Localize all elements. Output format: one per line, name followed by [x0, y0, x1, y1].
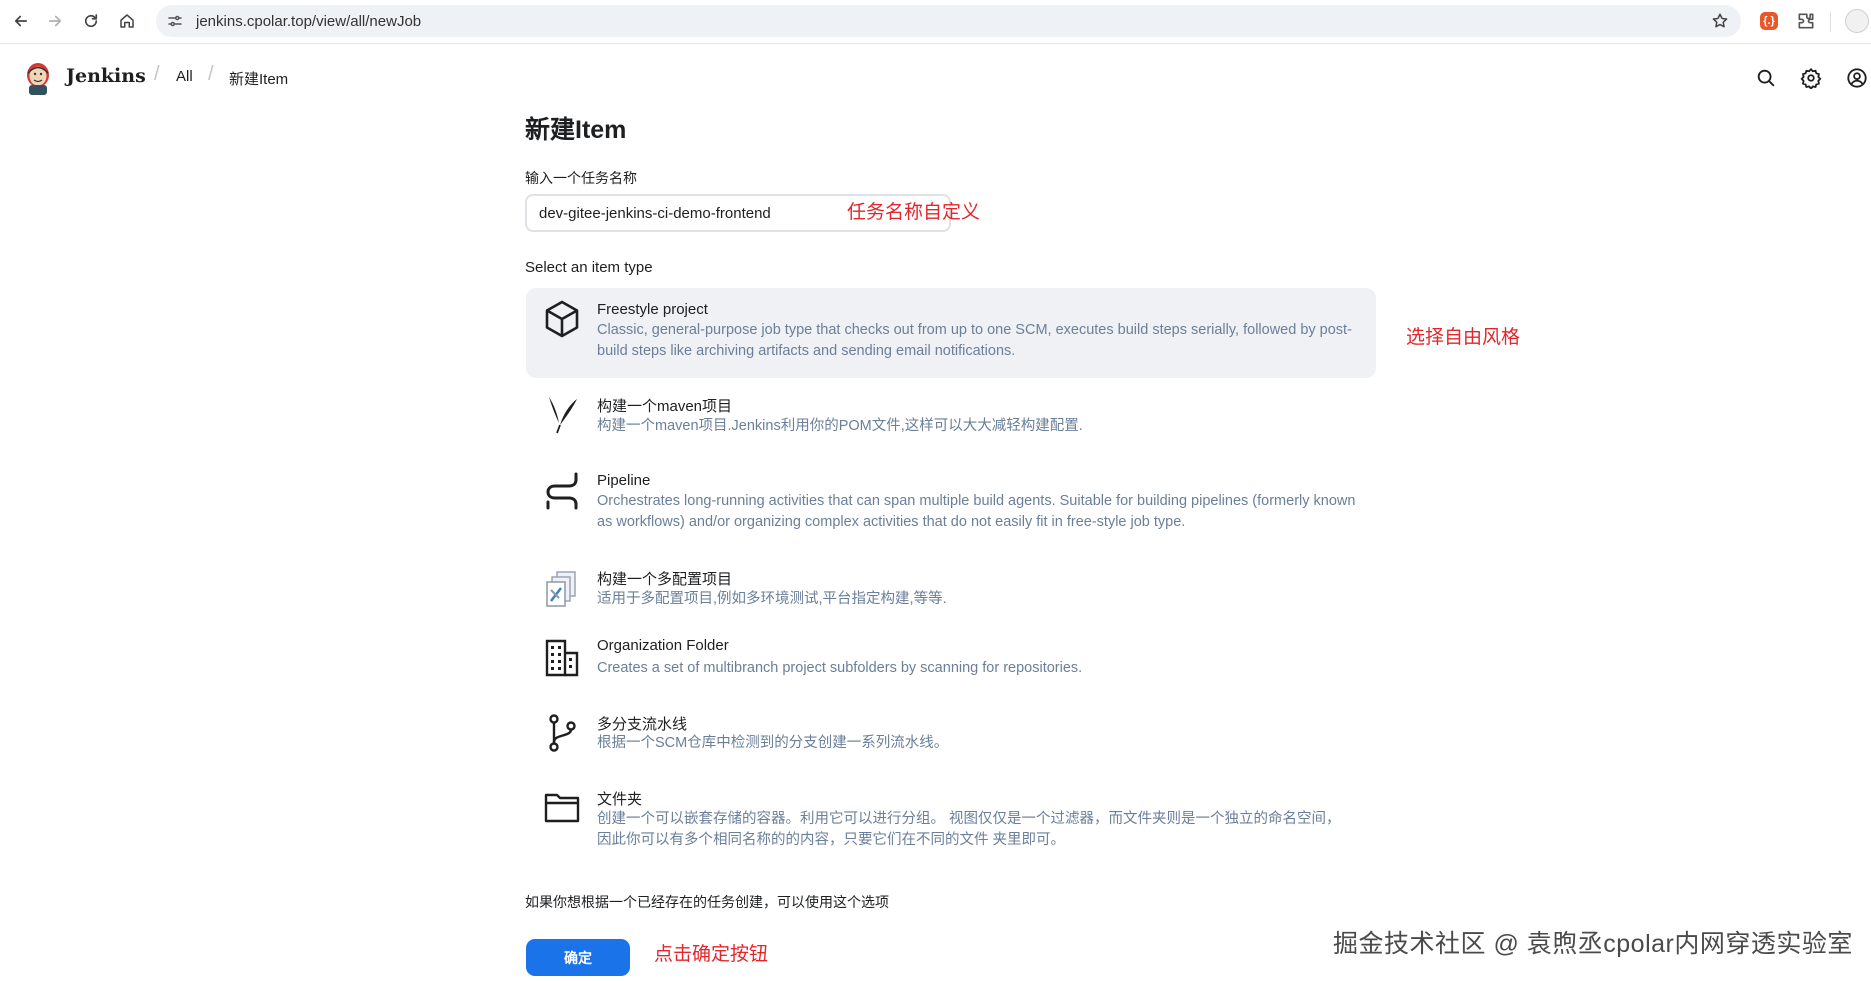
gear-icon[interactable]	[1800, 67, 1822, 90]
extensions-puzzle-icon[interactable]	[1795, 10, 1817, 32]
item-title: 构建一个多配置项目	[597, 571, 733, 588]
item-type-organization-folder[interactable]: Organization Folder Creates a set of mul…	[526, 632, 1376, 696]
reload-icon[interactable]	[78, 8, 104, 34]
ok-button[interactable]: 确定	[526, 939, 630, 976]
item-title: 构建一个maven项目	[597, 398, 733, 415]
address-bar[interactable]: jenkins.cpolar.top/view/all/newJob	[156, 5, 1741, 37]
breadcrumb-separator: /	[208, 63, 214, 85]
item-title: Pipeline	[597, 472, 651, 489]
home-icon[interactable]	[114, 8, 140, 34]
item-description: 根据一个SCM仓库中检测到的分支创建一系列流水线。	[597, 735, 949, 751]
annotation-type-note: 选择自由风格	[1406, 327, 1521, 348]
annotation-ok-note: 点击确定按钮	[654, 944, 769, 965]
extension-icon[interactable]: {.}	[1760, 12, 1778, 30]
item-description: 创建一个可以嵌套存储的容器。利用它可以进行分组。 视图仅仅是一个过滤器，而文件夹…	[597, 811, 1341, 848]
url-text: jenkins.cpolar.top/view/all/newJob	[196, 12, 422, 30]
item-type-freestyle[interactable]: Freestyle project Classic, general-purpo…	[526, 288, 1376, 378]
page-title: 新建Item	[525, 116, 627, 144]
cube-icon	[543, 298, 581, 340]
breadcrumb-separator: /	[154, 63, 160, 85]
forward-icon[interactable]	[42, 8, 68, 34]
annotation-name-note: 任务名称自定义	[847, 202, 981, 223]
item-description: 构建一个maven项目.Jenkins利用你的POM文件,这样可以大大减轻构建配…	[597, 418, 1083, 434]
item-type-multi-config[interactable]: 构建一个多配置项目 适用于多配置项目,例如多环境测试,平台指定构建,等等.	[526, 562, 1376, 624]
item-title: Organization Folder	[597, 637, 729, 654]
watermark-text: 掘金技术社区 @ 袁煦丞cpolar内网穿透实验室	[1333, 930, 1853, 958]
branch-icon	[543, 712, 581, 754]
item-description: Creates a set of multibranch project sub…	[597, 660, 1083, 676]
item-type-maven[interactable]: 构建一个maven项目 构建一个maven项目.Jenkins利用你的POM文件…	[526, 385, 1376, 447]
bookmark-star-icon[interactable]	[1711, 12, 1729, 30]
breadcrumb-all[interactable]: All	[176, 68, 193, 85]
item-type-pipeline[interactable]: Pipeline Orchestrates long-running activ…	[526, 460, 1376, 552]
item-type-label: Select an item type	[525, 259, 653, 276]
breadcrumb-new-item[interactable]: 新建Item	[229, 68, 288, 89]
toolbar-divider	[1830, 12, 1831, 32]
back-icon[interactable]	[8, 8, 34, 34]
item-title: Freestyle project	[597, 301, 708, 318]
jenkins-brand[interactable]: Jenkins	[66, 65, 146, 87]
user-account-icon[interactable]	[1846, 67, 1868, 89]
item-type-folder[interactable]: 文件夹 创建一个可以嵌套存储的容器。利用它可以进行分组。 视图仅仅是一个过滤器，…	[526, 780, 1376, 852]
search-icon[interactable]	[1755, 67, 1777, 89]
pipeline-icon	[543, 470, 581, 512]
item-description: 适用于多配置项目,例如多环境测试,平台指定构建,等等.	[597, 591, 947, 607]
jenkins-logo-icon[interactable]	[22, 60, 54, 96]
profile-avatar-icon[interactable]	[1845, 9, 1869, 33]
multi-config-icon	[543, 568, 581, 610]
jenkins-header: Jenkins / All / 新建Item	[0, 45, 1871, 111]
maven-feather-icon	[543, 393, 581, 435]
folder-icon	[543, 785, 581, 827]
copy-existing-label: 如果你想根据一个已经存在的任务创建，可以使用这个选项	[525, 894, 889, 910]
item-description: Orchestrates long-running activities tha…	[597, 493, 1356, 530]
item-type-multibranch-pipeline[interactable]: 多分支流水线 根据一个SCM仓库中检测到的分支创建一系列流水线。	[526, 706, 1376, 770]
item-name-label: 输入一个任务名称	[525, 170, 637, 186]
item-title: 文件夹	[597, 791, 643, 808]
site-settings-icon[interactable]	[166, 12, 184, 30]
item-description: Classic, general-purpose job type that c…	[597, 322, 1352, 359]
building-icon	[543, 637, 581, 679]
item-title: 多分支流水线	[597, 716, 688, 733]
browser-toolbar: jenkins.cpolar.top/view/all/newJob {.}	[0, 0, 1871, 44]
